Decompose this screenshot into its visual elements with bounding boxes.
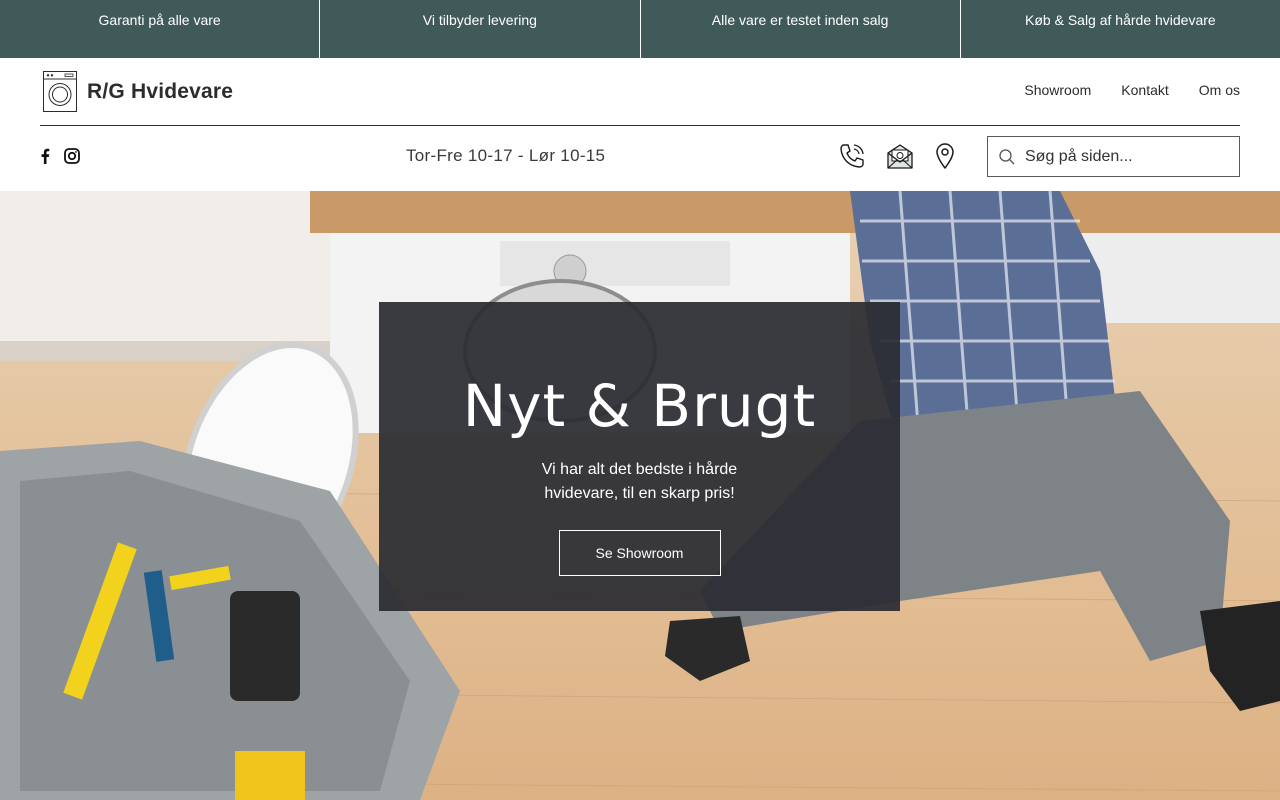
showroom-button[interactable]: Se Showroom xyxy=(558,530,721,576)
promo-item: Garanti på alle vare xyxy=(0,0,321,58)
hero-subtitle: Vi har alt det bedste i hårde hvidevare,… xyxy=(541,461,738,502)
nav-showroom[interactable]: Showroom xyxy=(1024,82,1091,98)
hero-section: Nyt & Brugt Vi har alt det bedste i hård… xyxy=(0,191,1280,800)
phone-icon[interactable] xyxy=(838,142,866,170)
header-divider xyxy=(40,125,1240,126)
search-icon xyxy=(999,148,1015,164)
mail-icon[interactable] xyxy=(886,142,914,170)
site-header: R/G Hvidevare Showroom Kontakt Om os Tor… xyxy=(0,58,1280,191)
opening-hours: Tor-Fre 10-17 - Lør 10-15 xyxy=(406,146,606,165)
location-pin-icon[interactable] xyxy=(934,142,956,170)
hero-title: Nyt & Brugt xyxy=(462,372,817,440)
logo-link[interactable]: R/G Hvidevare xyxy=(43,71,233,112)
promo-item: Køb & Salg af hårde hvidevare xyxy=(1025,12,1216,28)
promo-bar: Garanti på alle vare Vi tilbyder leverin… xyxy=(0,0,1280,58)
washing-machine-icon xyxy=(43,71,77,112)
facebook-icon[interactable] xyxy=(38,148,52,164)
brand-name: R/G Hvidevare xyxy=(87,79,234,103)
hero-card: Nyt & Brugt Vi har alt det bedste i hård… xyxy=(379,302,900,611)
search-box[interactable] xyxy=(987,136,1240,177)
instagram-icon[interactable] xyxy=(64,148,80,164)
nav-kontakt[interactable]: Kontakt xyxy=(1121,82,1168,98)
social-links xyxy=(38,148,80,164)
search-input[interactable] xyxy=(1025,147,1225,166)
promo-item: Alle vare er testet inden salg xyxy=(641,0,961,58)
contact-icons xyxy=(838,142,956,170)
main-nav: Showroom Kontakt Om os xyxy=(1024,82,1240,98)
promo-item: Vi tilbyder levering xyxy=(320,0,641,58)
nav-om-os[interactable]: Om os xyxy=(1199,82,1240,98)
